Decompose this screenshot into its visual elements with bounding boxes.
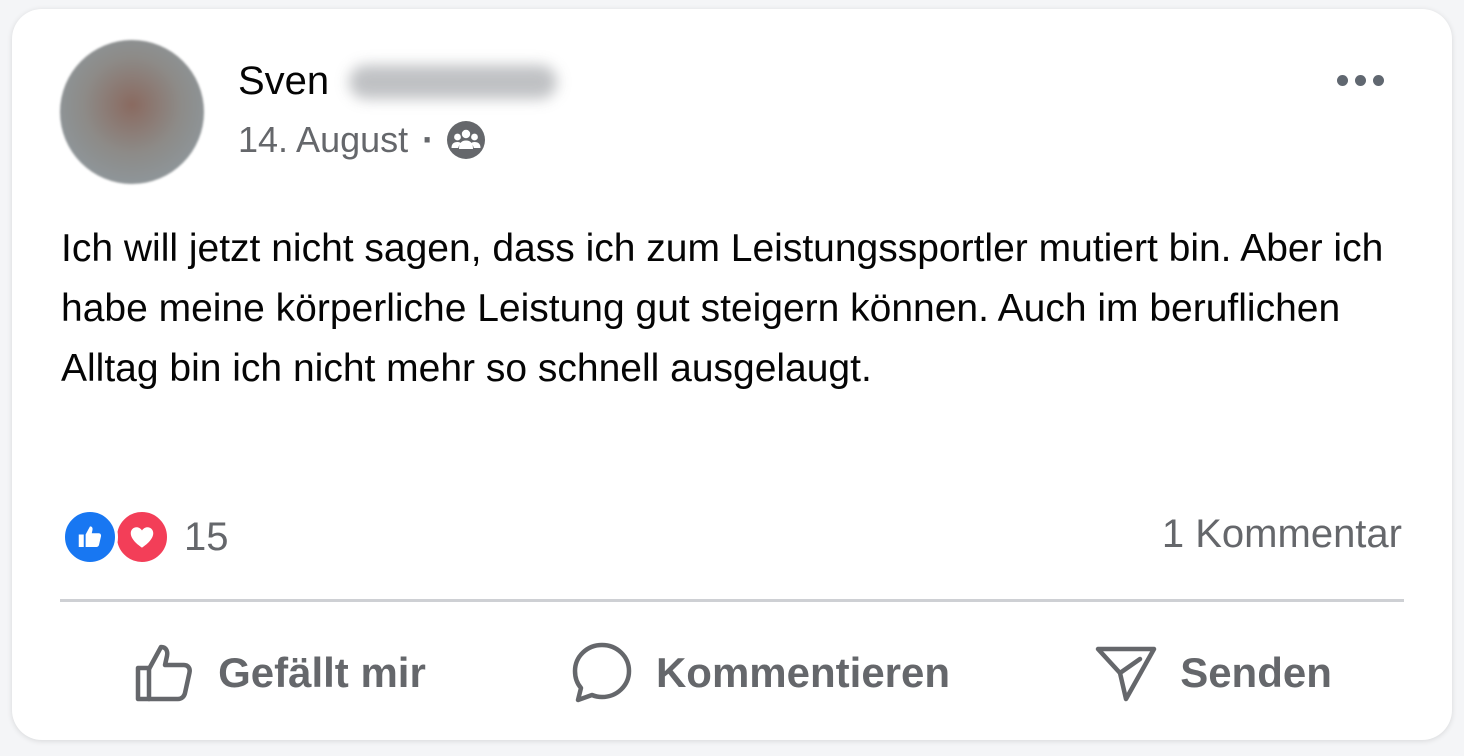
author-last-name-redacted [349,64,558,99]
reaction-count[interactable]: 15 [184,515,229,560]
post-text: Ich will jetzt nicht sagen, dass ich zum… [61,227,1384,390]
comment-count[interactable]: 1 Kommentar [1162,512,1402,557]
post-card: Sven 14. August · Ich will jetzt nicht s… [12,9,1452,740]
send-button[interactable]: Senden [1094,641,1332,705]
like-reaction-icon [62,509,118,565]
group-audience-icon[interactable] [446,120,486,160]
comment-bubble-icon [572,642,632,703]
reactions-summary[interactable]: 15 [62,509,229,565]
more-dot-icon [1355,75,1366,86]
more-options-button[interactable] [1337,75,1384,86]
avatar[interactable] [60,40,204,184]
divider [60,599,1404,602]
thumbs-up-icon [135,644,193,702]
comment-button[interactable]: Kommentieren [570,641,950,705]
send-icon [1095,646,1157,702]
like-button[interactable]: Gefällt mir [132,641,426,705]
post-meta: 14. August · [238,119,486,161]
author-first-name[interactable]: Sven [238,59,329,104]
meta-separator: · [422,119,435,160]
author-name[interactable]: Sven [238,59,558,104]
like-button-label: Gefällt mir [218,649,426,696]
post-date[interactable]: 14. August [238,119,408,161]
send-button-label: Senden [1180,649,1332,696]
more-dot-icon [1373,75,1384,86]
love-reaction-icon [114,509,170,565]
more-dot-icon [1337,75,1348,86]
action-bar: Gefällt mir Kommentieren Senden [60,625,1404,721]
comment-button-label: Kommentieren [655,649,951,696]
